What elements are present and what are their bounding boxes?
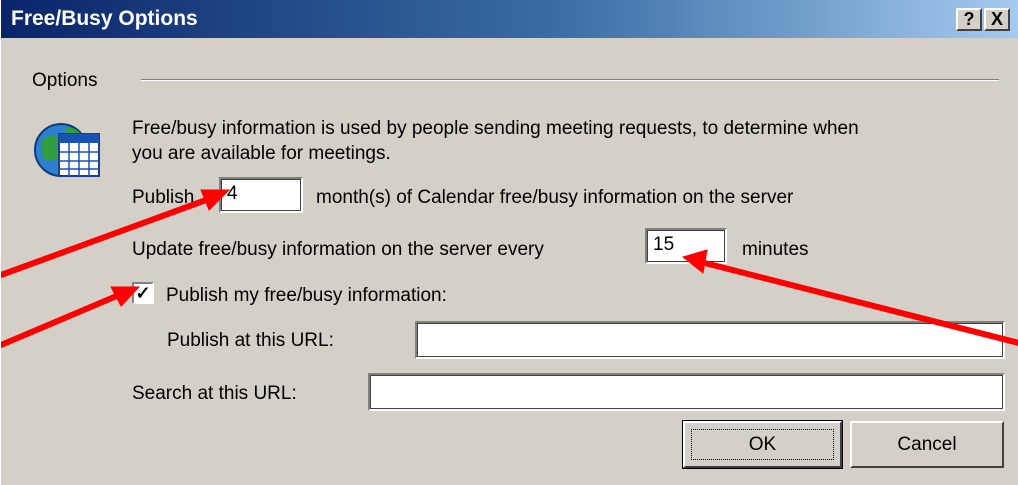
cancel-button[interactable]: Cancel [850,421,1004,468]
options-group-label: Options [32,70,98,91]
annotation-arrow-months [1,197,209,278]
publish-prefix-label: Publish [132,187,195,208]
window-title: Free/Busy Options [11,7,198,30]
description-text: Free/busy information is used by people … [132,118,859,139]
title-bar[interactable]: Free/Busy Options ? X [1,0,1018,38]
publish-url-label: Publish at this URL: [167,330,334,351]
update-minutes-input[interactable]: 15 [645,228,727,264]
minutes-label: minutes [742,239,809,260]
annotation-arrow-checkbox [1,292,122,348]
publish-url-input[interactable] [415,321,1005,359]
group-divider [141,79,999,81]
checkmark-icon: ✓ [135,283,151,303]
calendar-globe-icon [34,123,100,177]
focus-rect [691,429,834,460]
search-url-input[interactable] [368,373,1005,411]
publish-months-input[interactable]: 4 [219,177,303,213]
description-text-line2: you are available for meetings. [132,143,391,164]
close-button[interactable]: X [984,8,1010,31]
publish-checkbox[interactable]: ✓ [132,282,154,304]
publish-months-suffix: month(s) of Calendar free/busy informati… [316,187,794,208]
ok-button[interactable]: OK [682,420,843,469]
help-button[interactable]: ? [956,8,982,31]
publish-checkbox-label[interactable]: Publish my free/busy information: [166,285,447,307]
search-url-label: Search at this URL: [132,383,297,404]
update-interval-label: Update free/busy information on the serv… [132,239,544,260]
free-busy-options-dialog: Free/Busy Options ? X Options Free/busy … [0,0,1018,485]
